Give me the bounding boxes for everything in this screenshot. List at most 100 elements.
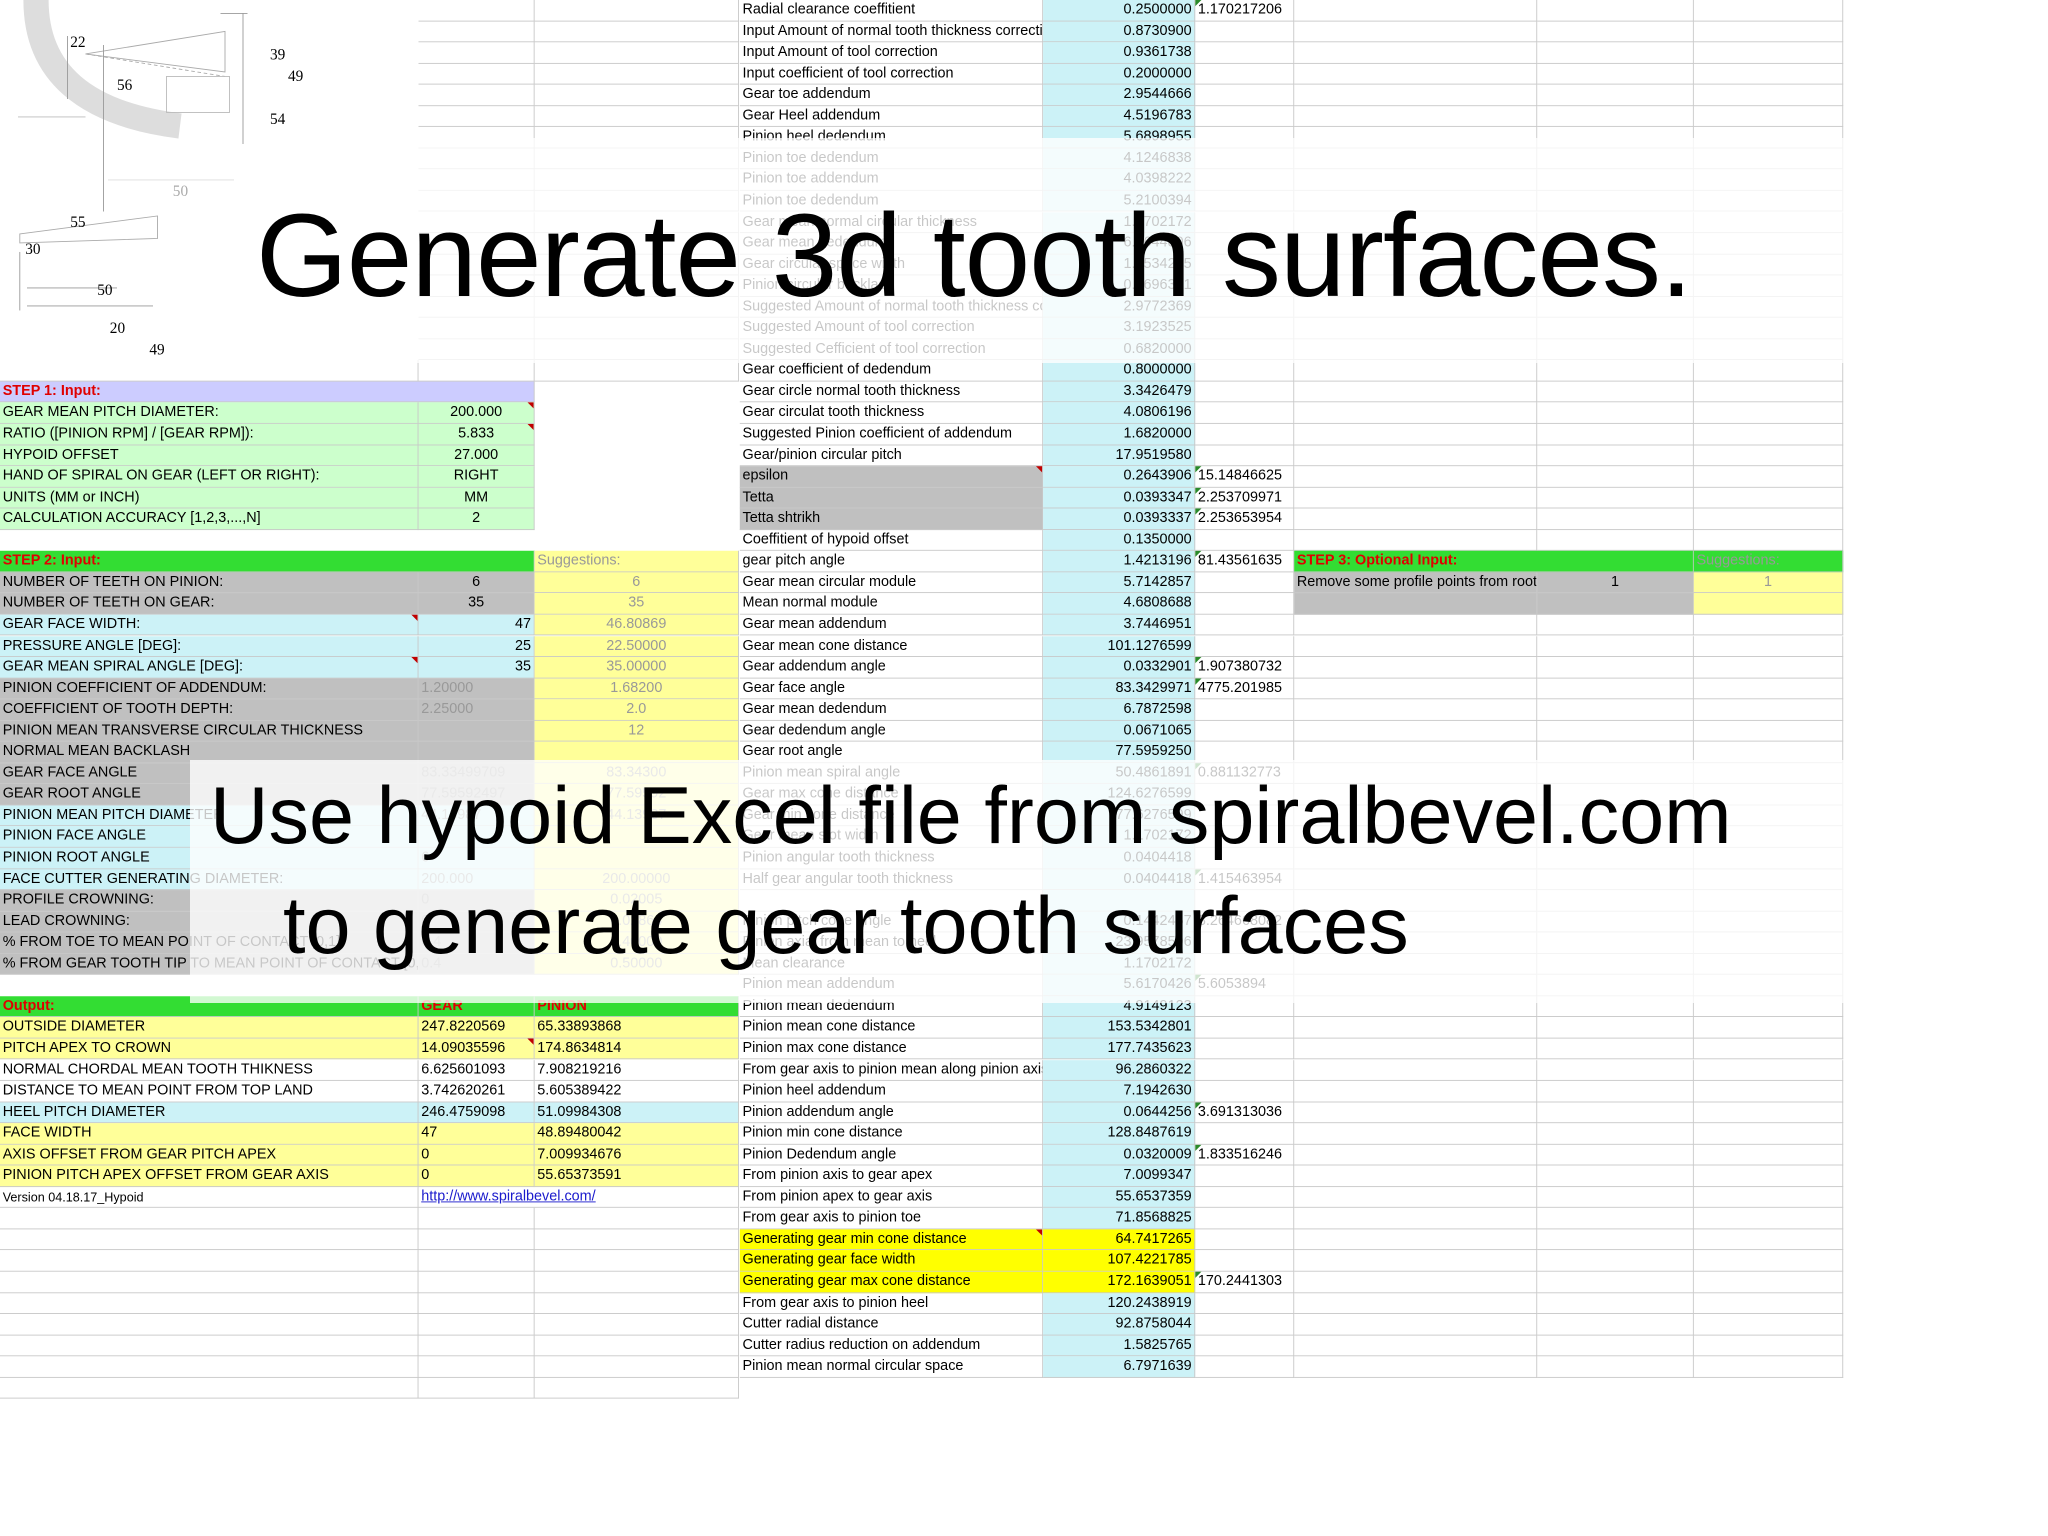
empty-cell[interactable] (1693, 529, 1844, 552)
step3-suggestion[interactable]: 1 (1693, 572, 1844, 594)
calc-extra[interactable] (1195, 402, 1295, 424)
empty-cell[interactable] (1693, 678, 1844, 700)
empty-cell[interactable] (1693, 0, 1844, 22)
empty-cell[interactable] (1294, 63, 1538, 85)
calc-label[interactable]: From gear axis to pinion toe (739, 1208, 1044, 1230)
empty-cell[interactable] (1294, 445, 1538, 467)
empty-cell[interactable] (1294, 678, 1538, 700)
calc-extra[interactable] (1195, 1208, 1295, 1230)
calc-label[interactable]: Pinion min cone distance (739, 1123, 1044, 1145)
empty-cell[interactable] (1693, 593, 1844, 615)
empty-cell[interactable] (1537, 1271, 1694, 1293)
empty-cell[interactable] (1294, 614, 1538, 636)
calc-extra[interactable]: 3.691313036 (1195, 1102, 1295, 1124)
empty-cell[interactable] (1537, 423, 1694, 446)
calc-label[interactable]: Gear mean addendum (739, 614, 1044, 636)
empty-cell[interactable] (1693, 699, 1844, 721)
empty-cell[interactable] (1294, 1080, 1538, 1103)
calc-value[interactable]: 0.0320009 (1043, 1144, 1196, 1166)
calc-extra[interactable] (1195, 529, 1295, 552)
empty-cell[interactable] (1294, 1144, 1538, 1166)
calc-label[interactable]: Gear coefficient of dedendum (739, 360, 1044, 382)
empty-cell[interactable] (1537, 1186, 1694, 1209)
empty-cell[interactable] (1693, 1292, 1844, 1315)
empty-cell[interactable] (1693, 1144, 1844, 1166)
calc-value[interactable]: 0.0393337 (1043, 508, 1196, 530)
empty-cell[interactable] (1537, 593, 1694, 615)
calc-label[interactable]: Tetta (739, 487, 1044, 509)
calc-label[interactable]: From gear axis to pinion heel (739, 1292, 1044, 1315)
calc-extra[interactable] (1195, 635, 1295, 657)
calc-label[interactable]: From pinion apex to gear axis (739, 1186, 1044, 1209)
calc-label[interactable]: From pinion axis to gear apex (739, 1165, 1044, 1187)
calc-value[interactable]: 0.9361738 (1043, 42, 1196, 64)
calc-extra[interactable] (1195, 699, 1295, 721)
calc-value[interactable]: 96.2860322 (1043, 1059, 1196, 1081)
empty-cell[interactable] (1693, 1271, 1844, 1293)
calc-label[interactable]: Gear addendum angle (739, 656, 1044, 679)
empty-cell[interactable] (1693, 1038, 1844, 1060)
empty-cell[interactable] (1693, 1165, 1844, 1187)
calc-extra[interactable] (1195, 1165, 1295, 1187)
calc-label[interactable]: Radial clearance coeffitient (739, 0, 1044, 22)
calc-value[interactable]: 3.3426479 (1043, 381, 1196, 403)
step3-label[interactable]: Remove some profile points from root (1294, 572, 1538, 594)
calc-extra[interactable] (1195, 1017, 1295, 1039)
empty-cell[interactable] (1537, 105, 1694, 128)
empty-cell[interactable] (1693, 508, 1844, 530)
empty-cell[interactable] (1537, 1292, 1694, 1315)
calc-label[interactable]: Pinion heel addendum (739, 1080, 1044, 1103)
empty-cell[interactable] (1294, 423, 1538, 446)
empty-cell[interactable] (1693, 1080, 1844, 1103)
empty-cell[interactable] (1537, 699, 1694, 721)
empty-cell[interactable] (1294, 1059, 1538, 1081)
empty-cell[interactable] (1537, 466, 1694, 488)
empty-cell[interactable] (1294, 1208, 1538, 1230)
step3-value[interactable]: 1 (1537, 572, 1694, 594)
calc-value[interactable]: 92.8758044 (1043, 1314, 1196, 1336)
empty-cell[interactable] (1294, 656, 1538, 679)
empty-cell[interactable] (1693, 1229, 1844, 1251)
calc-label[interactable]: Cutter radius reduction on addendum (739, 1335, 1044, 1357)
calc-label[interactable]: Pinion addendum angle (739, 1102, 1044, 1124)
empty-cell[interactable] (1693, 1356, 1844, 1378)
calc-label[interactable]: Generating gear min cone distance (739, 1229, 1044, 1251)
calc-extra[interactable] (1195, 445, 1295, 467)
calc-extra[interactable]: 1.907380732 (1195, 656, 1295, 679)
empty-cell[interactable] (1693, 1059, 1844, 1081)
calc-extra[interactable] (1195, 1292, 1295, 1315)
empty-cell[interactable] (1693, 1250, 1844, 1272)
empty-cell[interactable] (1537, 1229, 1694, 1251)
empty-cell[interactable] (1294, 42, 1538, 64)
empty-cell[interactable] (1693, 1017, 1844, 1039)
calc-label[interactable]: Gear toe addendum (739, 84, 1044, 106)
empty-cell[interactable] (1693, 63, 1844, 85)
empty-cell[interactable] (1693, 720, 1844, 742)
calc-extra[interactable] (1195, 1229, 1295, 1251)
calc-value[interactable]: 1.6820000 (1043, 423, 1196, 446)
empty-cell[interactable] (1294, 487, 1538, 509)
calc-extra[interactable] (1195, 614, 1295, 636)
calc-extra[interactable] (1195, 360, 1295, 382)
empty-cell[interactable] (1693, 1314, 1844, 1336)
calc-label[interactable]: Input Amount of normal tooth thickness c… (739, 21, 1044, 43)
calc-label[interactable]: Cutter radial distance (739, 1314, 1044, 1336)
empty-cell[interactable] (1693, 381, 1844, 403)
empty-cell[interactable] (1537, 84, 1694, 106)
empty-cell[interactable] (1693, 656, 1844, 679)
calc-value[interactable]: 0.0332901 (1043, 656, 1196, 679)
empty-cell[interactable] (1537, 487, 1694, 509)
calc-value[interactable]: 0.0644256 (1043, 1102, 1196, 1124)
empty-cell[interactable] (1294, 381, 1538, 403)
calc-label[interactable]: Input coefficient of tool correction (739, 63, 1044, 85)
calc-value[interactable]: 153.5342801 (1043, 1017, 1196, 1039)
calc-extra[interactable] (1195, 1335, 1295, 1357)
empty-cell[interactable] (1294, 105, 1538, 128)
empty-cell[interactable] (1537, 614, 1694, 636)
calc-extra[interactable] (1195, 42, 1295, 64)
calc-label[interactable]: Suggested Pinion coefficient of addendum (739, 423, 1044, 446)
empty-cell[interactable] (1693, 1208, 1844, 1230)
empty-cell[interactable] (1294, 720, 1538, 742)
empty-cell[interactable] (1294, 1038, 1538, 1060)
calc-value[interactable]: 0.8000000 (1043, 360, 1196, 382)
